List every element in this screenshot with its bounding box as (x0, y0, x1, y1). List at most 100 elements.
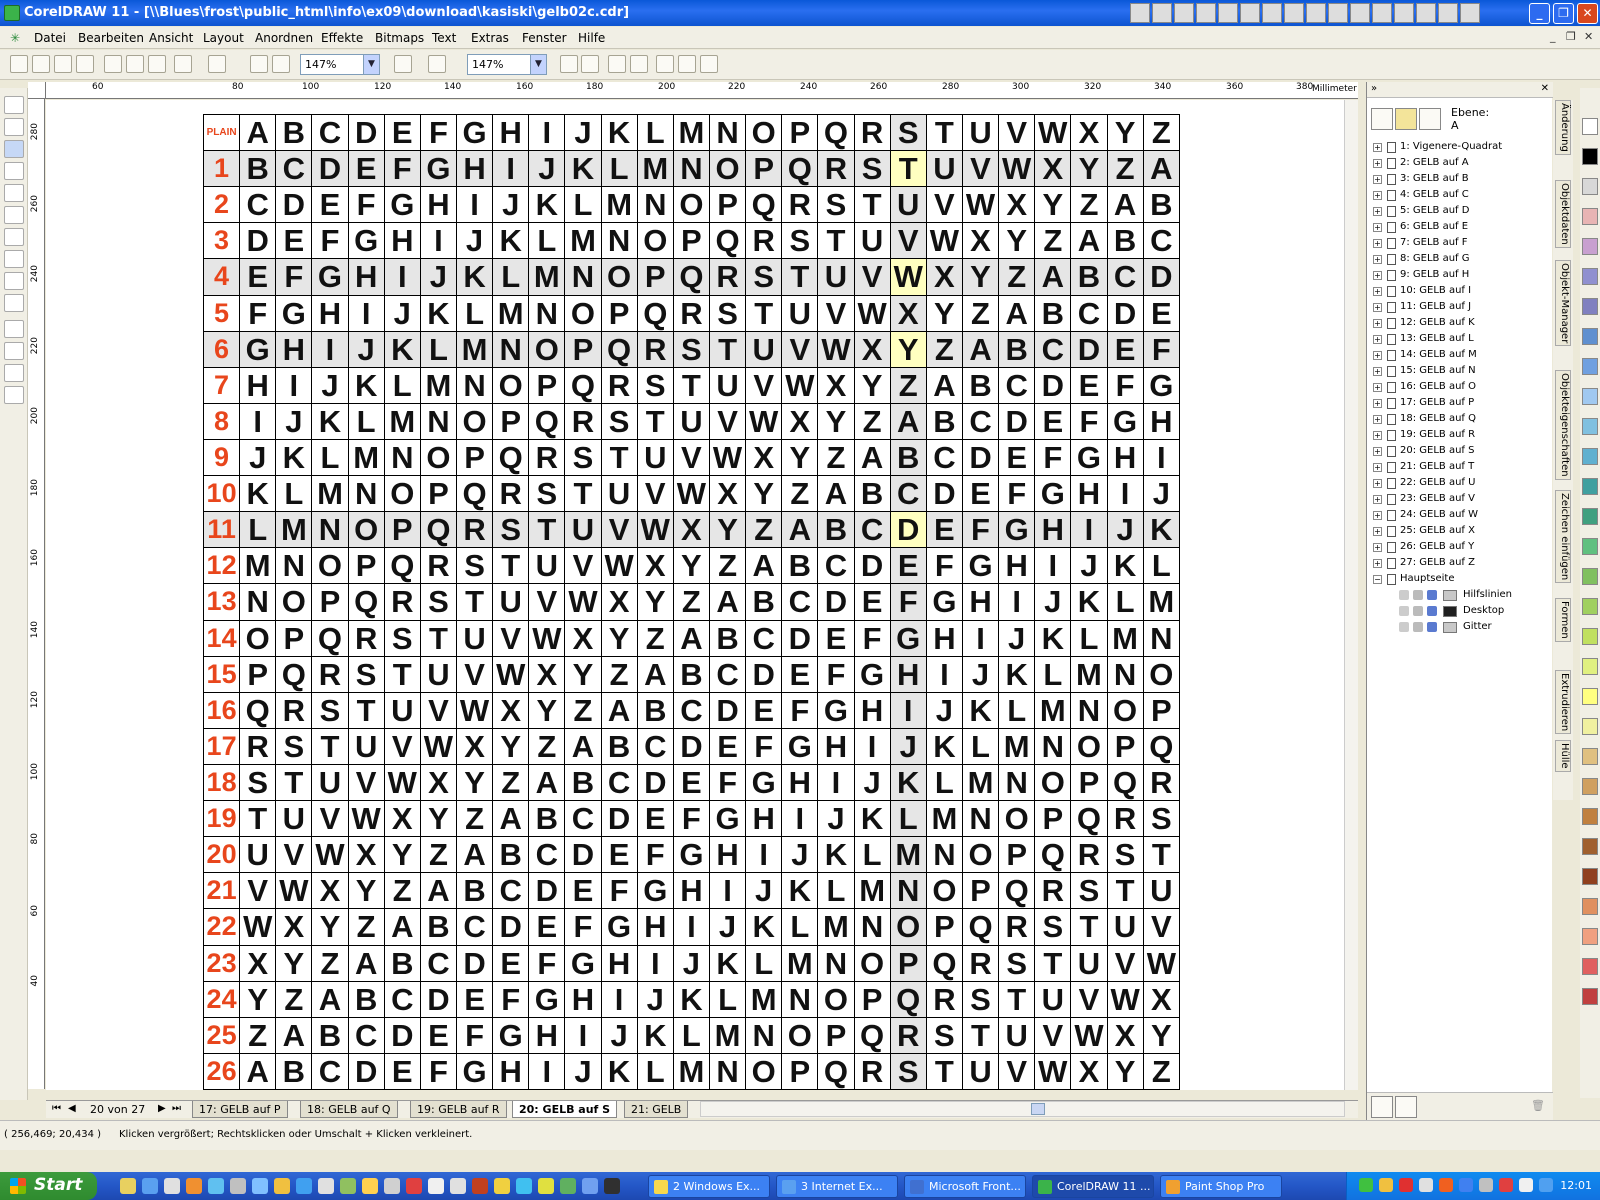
page-tree-item[interactable]: +19: GELB auf R (1373, 428, 1549, 444)
zoom-selected-icon[interactable] (608, 55, 626, 73)
task-windows-explorer[interactable]: 2 Windows Ex... (648, 1175, 770, 1198)
task-internet-explorer[interactable]: 3 Internet Ex... (776, 1175, 898, 1198)
toolbar-icon[interactable] (1240, 3, 1260, 23)
zoom-height-icon[interactable] (700, 55, 718, 73)
vertical-scrollbar[interactable] (1344, 100, 1358, 1090)
quick-launch-icon[interactable] (318, 1178, 334, 1194)
pick-tool-icon[interactable] (4, 96, 24, 114)
expand-icon[interactable]: + (1373, 191, 1382, 200)
palette-swatch[interactable] (1582, 268, 1598, 285)
zoom-tool-icon[interactable] (4, 140, 24, 158)
expand-icon[interactable]: + (1373, 207, 1382, 216)
paste-icon[interactable] (148, 55, 166, 73)
vertical-ruler[interactable]: 280 260 240 220 200 180 160 140 120 100 … (28, 99, 45, 1089)
expand-icon[interactable]: + (1373, 495, 1382, 504)
palette-swatch[interactable] (1582, 988, 1598, 1005)
tray-icon[interactable] (1379, 1178, 1393, 1192)
expand-icon[interactable]: + (1373, 383, 1382, 392)
close-button[interactable]: ✕ (1577, 3, 1598, 24)
docker-tab[interactable]: Formen (1555, 598, 1571, 642)
scrollbar-thumb[interactable] (1031, 1103, 1045, 1115)
quick-launch-icon[interactable] (164, 1178, 180, 1194)
fill-tool-icon[interactable] (4, 364, 24, 382)
expand-icon[interactable]: + (1373, 447, 1382, 456)
master-layer-item[interactable]: Desktop (1373, 604, 1549, 620)
interactive-blend-tool-icon[interactable] (4, 294, 24, 312)
toolbar-icon[interactable] (1394, 3, 1414, 23)
docker-tab[interactable]: Objektdaten (1555, 180, 1571, 248)
expand-icon[interactable]: + (1373, 559, 1382, 568)
eyedropper-tool-icon[interactable] (4, 320, 24, 338)
docker-tab[interactable]: Objekteigenschaften (1555, 370, 1571, 480)
toolbar-icon[interactable] (1460, 3, 1480, 23)
printer-icon[interactable] (1413, 606, 1423, 616)
quick-launch-icon[interactable] (252, 1178, 268, 1194)
palette-swatch[interactable] (1582, 208, 1598, 225)
tray-icon[interactable] (1439, 1178, 1453, 1192)
page-tree-item[interactable]: +21: GELB auf T (1373, 460, 1549, 476)
undo-icon[interactable] (174, 55, 192, 73)
quick-launch-icon[interactable] (560, 1178, 576, 1194)
quick-launch-icon[interactable] (538, 1178, 554, 1194)
menu-bearbeiten[interactable]: Bearbeiten (78, 31, 144, 45)
zoom-all-icon[interactable] (630, 55, 648, 73)
save-icon[interactable] (54, 55, 72, 73)
expand-icon[interactable]: + (1373, 319, 1382, 328)
palette-swatch[interactable] (1582, 898, 1598, 915)
docker-tab[interactable]: Änderung (1555, 100, 1571, 155)
page-tree-item[interactable]: +2: GELB auf A (1373, 156, 1549, 172)
last-page-icon[interactable]: ⏭ (172, 1103, 181, 1114)
page-tab[interactable]: 19: GELB auf R (410, 1101, 507, 1118)
quick-launch-icon[interactable] (472, 1178, 488, 1194)
pencil-icon[interactable] (1427, 622, 1437, 632)
toolbar-icon[interactable] (1372, 3, 1392, 23)
mdi-minimize-icon[interactable]: _ (1550, 30, 1556, 43)
mdi-restore-icon[interactable]: ❐ (1566, 30, 1576, 43)
toolbar-icon[interactable] (1284, 3, 1304, 23)
layer-manager-view-icon[interactable] (1419, 108, 1441, 130)
quick-launch-icon[interactable] (516, 1178, 532, 1194)
palette-swatch[interactable] (1582, 928, 1598, 945)
text-tool-icon[interactable] (4, 272, 24, 290)
expand-icon[interactable]: + (1373, 303, 1382, 312)
expand-icon[interactable]: + (1373, 159, 1382, 168)
expand-icon[interactable]: + (1373, 543, 1382, 552)
tray-icon[interactable] (1479, 1178, 1493, 1192)
expand-icon[interactable]: + (1373, 431, 1382, 440)
expand-icon[interactable]: + (1373, 463, 1382, 472)
palette-swatch[interactable] (1582, 118, 1598, 135)
page-tree-item[interactable]: +9: GELB auf H (1373, 268, 1549, 284)
eye-icon[interactable] (1399, 622, 1409, 632)
page-tree-item[interactable]: +5: GELB auf D (1373, 204, 1549, 220)
zoom-out-icon[interactable] (581, 55, 599, 73)
page-tree-item[interactable]: +26: GELB auf Y (1373, 540, 1549, 556)
network-icon[interactable] (1539, 1178, 1553, 1192)
page-tree-item[interactable]: +25: GELB auf X (1373, 524, 1549, 540)
palette-swatch[interactable] (1582, 358, 1598, 375)
palette-swatch[interactable] (1582, 628, 1598, 645)
document-icon[interactable]: ✳ (10, 31, 20, 45)
tray-icon[interactable] (1459, 1178, 1473, 1192)
chevron-down-icon[interactable]: ▼ (363, 55, 379, 74)
palette-swatch[interactable] (1582, 958, 1598, 975)
page-tree-item[interactable]: +6: GELB auf E (1373, 220, 1549, 236)
tray-icon[interactable] (1399, 1178, 1413, 1192)
palette-swatch[interactable] (1582, 448, 1598, 465)
pencil-icon[interactable] (1427, 590, 1437, 600)
palette-swatch[interactable] (1582, 718, 1598, 735)
task-paint-shop-pro[interactable]: Paint Shop Pro (1160, 1175, 1282, 1198)
toolbar-icon[interactable] (1262, 3, 1282, 23)
page-tree-item[interactable]: +27: GELB auf Z (1373, 556, 1549, 572)
docker-close-icon[interactable]: ✕ (1541, 83, 1549, 94)
quick-launch-icon[interactable] (296, 1178, 312, 1194)
palette-swatch[interactable] (1582, 838, 1598, 855)
redo-icon[interactable] (208, 55, 226, 73)
toolbar-icon[interactable] (1196, 3, 1216, 23)
expand-icon[interactable]: + (1373, 223, 1382, 232)
pencil-icon[interactable] (1427, 606, 1437, 616)
menu-layout[interactable]: Layout (203, 31, 244, 45)
toolbar-icon[interactable] (1218, 3, 1238, 23)
zoom-width-icon[interactable] (678, 55, 696, 73)
page-tree-item[interactable]: +3: GELB auf B (1373, 172, 1549, 188)
zoom-level-select-2[interactable]: 147% ▼ (467, 54, 547, 75)
